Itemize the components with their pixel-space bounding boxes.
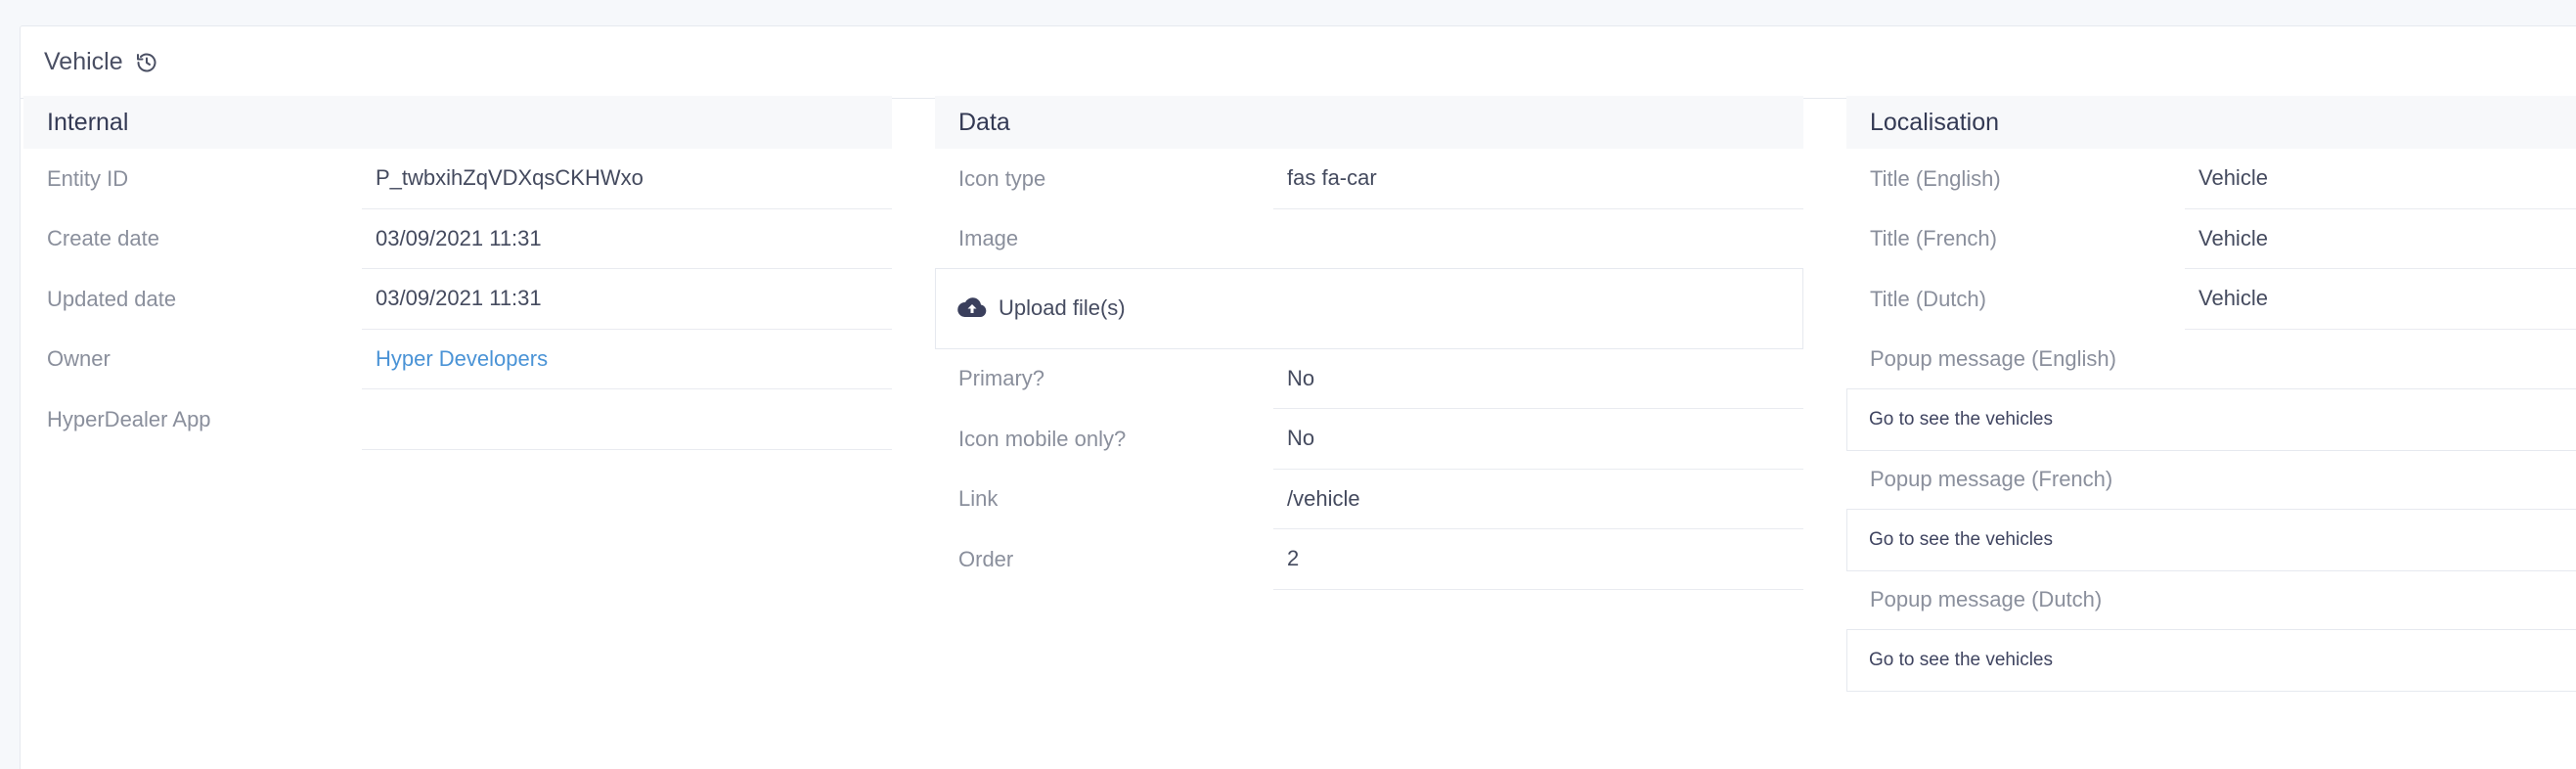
title-dutch-value: Vehicle (2185, 269, 2576, 330)
owner-row: Owner Hyper Developers (23, 330, 892, 389)
updated-date-row: Updated date 03/09/2021 11:31 (23, 269, 892, 330)
link-row: Link /vehicle (935, 470, 1803, 529)
entity-id-value: P_twbxihZqVDXqsCKHWxo (362, 149, 892, 209)
hyperdealer-app-value (362, 389, 892, 450)
image-label: Image (958, 225, 1019, 250)
page-title: Vehicle (44, 48, 123, 75)
localisation-section-title: Localisation (1846, 96, 2576, 149)
order-value: 2 (1273, 529, 1803, 590)
title-french-label: Title (French) (1870, 226, 1997, 251)
upload-files-label: Upload file(s) (999, 295, 1126, 320)
card-header: Vehicle (21, 26, 2576, 99)
popup-english-row: Popup message (English) (1846, 330, 2576, 388)
icon-mobile-only-row: Icon mobile only? No (935, 409, 1803, 470)
primary-value: No (1273, 349, 1803, 409)
popup-english-label: Popup message (English) (1870, 345, 2116, 371)
popup-english-field[interactable]: Go to see the vehicles (1846, 387, 2576, 451)
history-icon[interactable] (133, 49, 160, 76)
hyperdealer-app-label: HyperDealer App (47, 406, 211, 431)
upload-files-button[interactable]: Upload file(s) (935, 267, 1803, 349)
title-dutch-row: Title (Dutch) Vehicle (1846, 269, 2576, 330)
data-section: Data Icon type fas fa-car Image Upload f… (935, 96, 1803, 590)
icon-mobile-only-value: No (1273, 409, 1803, 470)
order-label: Order (958, 546, 1014, 571)
internal-section: Internal Entity ID P_twbxihZqVDXqsCKHWxo… (23, 96, 892, 450)
title-french-row: Title (French) Vehicle (1846, 209, 2576, 269)
create-date-label: Create date (47, 226, 159, 251)
localisation-section: Localisation Title (English) Vehicle Tit… (1846, 96, 2576, 692)
title-french-value: Vehicle (2185, 209, 2576, 269)
updated-date-label: Updated date (47, 286, 177, 311)
internal-section-title: Internal (23, 96, 892, 149)
icon-mobile-only-label: Icon mobile only? (958, 426, 1127, 451)
cloud-upload-icon (957, 296, 987, 320)
owner-label: Owner (47, 346, 111, 372)
title-english-label: Title (English) (1870, 165, 2001, 191)
entity-id-label: Entity ID (47, 165, 129, 191)
popup-dutch-field[interactable]: Go to see the vehicles (1846, 628, 2576, 692)
icon-type-label: Icon type (958, 165, 1046, 191)
popup-dutch-row: Popup message (Dutch) (1846, 571, 2576, 629)
icon-type-row: Icon type fas fa-car (935, 149, 1803, 209)
data-section-title: Data (935, 96, 1803, 149)
popup-french-row: Popup message (French) (1846, 451, 2576, 509)
popup-french-label: Popup message (French) (1870, 467, 2113, 491)
title-english-value: Vehicle (2185, 149, 2576, 209)
create-date-row: Create date 03/09/2021 11:31 (23, 209, 892, 269)
hyperdealer-app-row: HyperDealer App (23, 389, 892, 450)
popup-french-field[interactable]: Go to see the vehicles (1846, 508, 2576, 571)
create-date-value: 03/09/2021 11:31 (362, 209, 892, 269)
link-value: /vehicle (1273, 470, 1803, 529)
updated-date-value: 03/09/2021 11:31 (362, 269, 892, 330)
owner-link[interactable]: Hyper Developers (362, 330, 892, 389)
title-dutch-label: Title (Dutch) (1870, 286, 1986, 311)
primary-label: Primary? (958, 366, 1045, 391)
icon-type-value: fas fa-car (1273, 149, 1803, 209)
order-row: Order 2 (935, 529, 1803, 590)
popup-dutch-label: Popup message (Dutch) (1870, 587, 2103, 611)
link-label: Link (958, 486, 999, 512)
image-row: Image (935, 209, 1803, 268)
entity-id-row: Entity ID P_twbxihZqVDXqsCKHWxo (23, 149, 892, 209)
title-english-row: Title (English) Vehicle (1846, 149, 2576, 209)
primary-row: Primary? No (935, 349, 1803, 409)
